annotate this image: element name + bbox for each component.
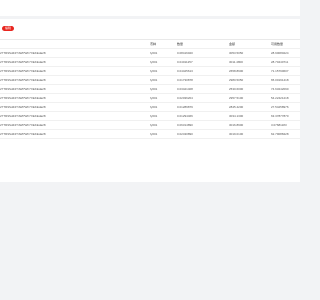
edit-tag-button[interactable]: 编辑	[2, 26, 14, 31]
cell-amount: 2658.8900	[229, 69, 244, 73]
cell-id: 27TR9SdZ4T4WPWF7XEKEda28	[0, 78, 46, 82]
table-row[interactable]: 27TR9SdZ4T4WPWF7XEKEda28 fy001 0.0203620…	[0, 94, 300, 103]
cell-quantity: 0.03421408	[177, 87, 193, 91]
cell-amount: 3053.5050	[229, 51, 244, 55]
cell-amount: 3034.1300	[229, 114, 244, 118]
header-cell-id	[0, 40, 140, 48]
cell-id: 27TR9SdZ4T4WPWF7XEKEda28	[0, 114, 46, 118]
cell-amount: 3016.8900	[229, 123, 244, 127]
cell-available: 74.63242090	[271, 87, 289, 91]
cell-currency: fy001	[150, 96, 158, 100]
cell-available: 71.15790607	[271, 69, 289, 73]
content-panel: 编辑 币种 数量 金额 可用数量 27TR9SdZ4T4WPWF7XEKEda2…	[0, 19, 300, 182]
cell-quantity: 0.04425613	[177, 69, 193, 73]
cell-id: 27TR9SdZ4T4WPWF7XEKEda28	[0, 69, 46, 73]
header-cell-amount: 金额	[229, 42, 236, 46]
cell-available: 63.37877870	[271, 114, 289, 118]
cell-available: 65.00191418	[271, 78, 289, 82]
cell-amount: 2530.6000	[229, 87, 244, 91]
cell-id: 27TR9SdZ4T4WPWF7XEKEda28	[0, 87, 46, 91]
cell-quantity: 0.02036204	[177, 96, 193, 100]
cell-currency: fy001	[150, 69, 158, 73]
cell-quantity: 0.02430890	[177, 132, 193, 136]
cell-quantity: 0.01294466	[177, 114, 193, 118]
table-row[interactable]: 27TR9SdZ4T4WPWF7XEKEda28 fy001 0.0128987…	[0, 103, 300, 112]
cell-currency: fy001	[150, 78, 158, 82]
cell-quantity: 0.04011257	[177, 60, 193, 64]
cell-amount: 2980.5050	[229, 78, 244, 82]
table-row[interactable]: 27TR9SdZ4T4WPWF7XEKEda28 fy001 0.0342140…	[0, 85, 300, 94]
cell-id: 27TR9SdZ4T4WPWF7XEKEda28	[0, 96, 46, 100]
table-row[interactable]: 27TR9SdZ4T4WPWF7XEKEda28 fy001 0.0243089…	[0, 130, 300, 139]
cell-id: 27TR9SdZ4T4WPWF7XEKEda28	[0, 132, 46, 136]
cell-currency: fy001	[150, 123, 158, 127]
cell-currency: fy001	[150, 60, 158, 64]
table-row[interactable]: 27TR9SdZ4T4WPWF7XEKEda28 fy001 0.0841602…	[0, 49, 300, 58]
cell-currency: fy001	[150, 105, 158, 109]
cell-amount: 2957.5100	[229, 96, 244, 100]
table-row[interactable]: 27TR9SdZ4T4WPWF7XEKEda28 fy001 0.0173087…	[0, 76, 300, 85]
cell-id: 27TR9SdZ4T4WPWF7XEKEda28	[0, 123, 46, 127]
table-row[interactable]: 27TR9SdZ4T4WPWF7XEKEda28 fy001 0.0442561…	[0, 67, 300, 76]
cell-currency: fy001	[150, 51, 158, 55]
header-cell-currency: 币种	[150, 42, 157, 46]
cell-quantity: 0.01289879	[177, 105, 193, 109]
cell-available: 28.90080224	[271, 51, 289, 55]
cell-amount: 2845.4200	[229, 105, 244, 109]
cell-amount: 3011.4800	[229, 60, 243, 64]
cell-available: 54.22421218	[271, 96, 289, 100]
cell-currency: fy001	[150, 87, 158, 91]
cell-available: 3.07681183	[271, 123, 287, 127]
table-row[interactable]: 27TR9SdZ4T4WPWF7XEKEda28 fy001 0.0631489…	[0, 121, 300, 130]
cell-amount: 3019.0100	[229, 132, 244, 136]
table-row[interactable]: 27TR9SdZ4T4WPWF7XEKEda28 fy001 0.0129446…	[0, 112, 300, 121]
header-cell-available: 可用数量	[271, 42, 284, 46]
cell-quantity: 0.01730878	[177, 78, 193, 82]
cell-quantity: 0.08416020	[177, 51, 193, 55]
cell-id: 27TR9SdZ4T4WPWF7XEKEda28	[0, 105, 46, 109]
cell-id: 27TR9SdZ4T4WPWF7XEKEda28	[0, 60, 46, 64]
cell-available: 27.54258976	[271, 105, 289, 109]
top-bar	[0, 0, 300, 16]
header-cell-quantity: 数量	[177, 42, 184, 46]
cell-available: 28.70440711	[271, 60, 289, 64]
cell-available: 62.79088428	[271, 132, 289, 136]
cell-currency: fy001	[150, 114, 158, 118]
cell-quantity: 0.06314890	[177, 123, 193, 127]
cell-currency: fy001	[150, 132, 158, 136]
table-row[interactable]: 27TR9SdZ4T4WPWF7XEKEda28 fy001 0.0401125…	[0, 58, 300, 67]
data-table: 币种 数量 金额 可用数量 27TR9SdZ4T4WPWF7XEKEda28 f…	[0, 40, 300, 139]
table-header-row: 币种 数量 金额 可用数量	[0, 40, 300, 49]
cell-id: 27TR9SdZ4T4WPWF7XEKEda28	[0, 51, 46, 55]
